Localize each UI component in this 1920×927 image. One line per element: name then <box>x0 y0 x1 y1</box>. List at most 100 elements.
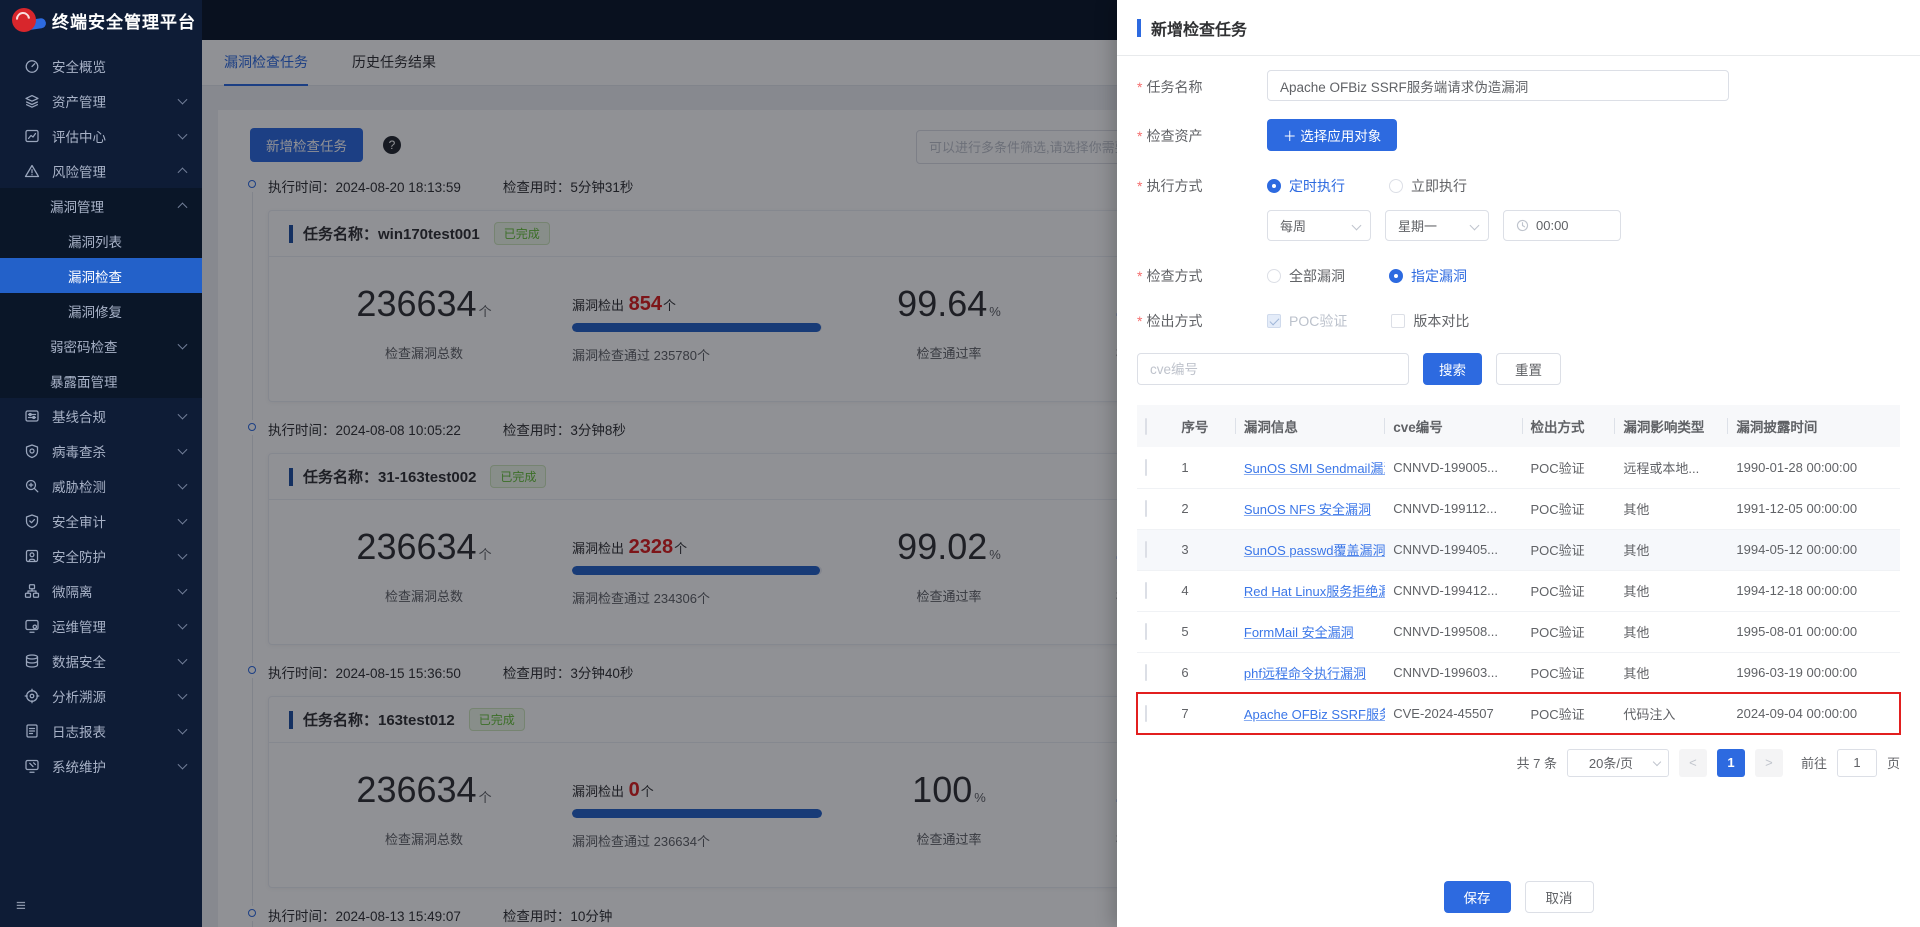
row-number: 1 <box>1173 447 1236 489</box>
sidebar-item[interactable]: 病毒查杀 <box>0 433 202 468</box>
sidebar-item[interactable]: 漏洞检查 <box>0 258 202 293</box>
sidebar-item[interactable]: 漏洞列表 <box>0 223 202 258</box>
sidebar-item[interactable]: 运维管理 <box>0 608 202 643</box>
vulnerability-table: 序号 漏洞信息 cve编号 检出方式 漏洞影响类型 漏洞披露时间 1 SunOS SMI S… <box>1136 405 1901 735</box>
checkbox-poc-verify[interactable]: POC验证 <box>1267 311 1347 331</box>
sidebar-item[interactable]: 数据安全 <box>0 643 202 678</box>
protect-icon <box>25 549 39 562</box>
sidebar-item[interactable]: 弱密码检查 <box>0 328 202 363</box>
exec-mode-label: 执行方式 <box>1146 178 1203 194</box>
collapse-sidebar-icon[interactable]: ≡ <box>16 895 38 917</box>
vuln-name-link[interactable]: SunOS SMI Sendmail漏洞 <box>1244 461 1385 476</box>
chevron-down-icon <box>177 759 188 770</box>
sidebar-item[interactable]: 安全防护 <box>0 538 202 573</box>
layers-icon <box>25 94 39 108</box>
time-picker[interactable]: 00:00 <box>1503 210 1621 241</box>
detect-mode-label: 检出方式 <box>1146 313 1203 329</box>
frequency-select[interactable]: 每周 <box>1267 210 1371 241</box>
row-number: 4 <box>1173 570 1236 612</box>
sidebar-item[interactable]: 评估中心 <box>0 118 202 153</box>
sidebar-item[interactable]: 漏洞修复 <box>0 293 202 328</box>
task-name-label: 任务名称 <box>1146 79 1203 95</box>
radio-scheduled[interactable]: 定时执行 <box>1267 176 1345 196</box>
sidebar-menu: 安全概览 资产管理 评估中心 风险管理 漏洞管理 漏洞列表 漏洞检查 漏洞修复 弱密码检查 暴露面… <box>0 48 202 891</box>
prev-page-button[interactable]: < <box>1678 748 1707 777</box>
chevron-down-icon <box>177 409 188 420</box>
row-number: 3 <box>1173 529 1236 571</box>
checkbox-icon <box>1267 314 1281 328</box>
column-header: cve编号 <box>1385 405 1523 447</box>
disclosure-date: 1991-12-05 00:00:00 <box>1728 488 1900 530</box>
chevron-down-icon <box>1652 757 1662 766</box>
vuln-name-link[interactable]: FormMail 安全漏洞 <box>1244 625 1354 640</box>
select-assets-button[interactable]: ＋ 选择应用对象 <box>1267 119 1398 151</box>
row-checkbox[interactable] <box>1145 623 1147 640</box>
select-all-checkbox[interactable] <box>1145 417 1147 435</box>
row-number: 5 <box>1173 611 1236 653</box>
sidebar-item[interactable]: 威胁检测 <box>0 468 202 503</box>
baseline-icon <box>25 409 39 422</box>
cve-id: CVE-2024-45507 <box>1385 693 1523 735</box>
radio-all-vulns[interactable]: 全部漏洞 <box>1267 266 1345 286</box>
vuln-name-link[interactable]: Red Hat Linux服务拒绝漏洞 <box>1244 584 1385 599</box>
row-checkbox[interactable] <box>1145 582 1147 599</box>
radio-immediate[interactable]: 立即执行 <box>1389 176 1467 196</box>
sidebar-item[interactable]: 系统维护 <box>0 748 202 783</box>
field-task-name: * 任务名称 <box>1137 70 1900 101</box>
checkbox-version-compare[interactable]: 版本对比 <box>1391 311 1469 331</box>
cve-search-input[interactable] <box>1137 353 1409 385</box>
row-number: 7 <box>1173 693 1236 735</box>
impact-type: 其他 <box>1615 652 1729 694</box>
vuln-name-link[interactable]: phf远程命令执行漏洞 <box>1244 666 1366 681</box>
weekday-select[interactable]: 星期一 <box>1385 210 1489 241</box>
impact-type: 其他 <box>1615 529 1729 571</box>
sidebar-item[interactable]: 基线合规 <box>0 398 202 433</box>
goto-page-input[interactable] <box>1836 748 1877 777</box>
total-count: 共 7 条 <box>1516 756 1557 771</box>
clock-icon <box>1516 219 1529 232</box>
search-button[interactable]: 搜索 <box>1423 353 1482 385</box>
radio-specified-vulns[interactable]: 指定漏洞 <box>1389 266 1467 286</box>
sidebar-item[interactable]: 资产管理 <box>0 83 202 118</box>
column-header: 检出方式 <box>1522 405 1616 447</box>
field-assets: * 检查资产 ＋ 选择应用对象 <box>1137 119 1900 151</box>
vuln-name-link[interactable]: SunOS passwd覆盖漏洞 <box>1244 543 1385 558</box>
next-page-button[interactable]: > <box>1754 748 1783 777</box>
chevron-down-icon <box>177 339 188 350</box>
column-header: 漏洞信息 <box>1235 405 1386 447</box>
cancel-button[interactable]: 取消 <box>1524 881 1594 913</box>
row-checkbox[interactable] <box>1145 705 1147 722</box>
ops-icon <box>25 619 39 633</box>
sidebar-item[interactable]: 安全审计 <box>0 503 202 538</box>
task-name-input[interactable] <box>1267 70 1729 101</box>
checkbox-icon <box>1391 314 1406 328</box>
save-button[interactable]: 保存 <box>1443 881 1511 913</box>
goto-label: 前往 <box>1800 756 1827 771</box>
sidebar-item[interactable]: 日志报表 <box>0 713 202 748</box>
sidebar-item[interactable]: 分析溯源 <box>0 678 202 713</box>
sidebar-item[interactable]: 漏洞管理 <box>0 188 202 223</box>
row-checkbox[interactable] <box>1145 541 1147 558</box>
new-task-drawer: 新增检查任务 *任务名称 *检查资产 ＋ 选择应用对象 *执行方式 定时执行 立… <box>1117 0 1920 927</box>
page-size-select[interactable]: 20条/页 <box>1566 748 1669 777</box>
detect-method: POC验证 <box>1522 652 1616 694</box>
row-checkbox[interactable] <box>1145 500 1147 517</box>
chevron-down-icon <box>177 94 188 105</box>
sidebar-item[interactable]: 微隔离 <box>0 573 202 608</box>
vuln-name-link[interactable]: SunOS NFS 安全漏洞 <box>1244 502 1371 517</box>
table-row: 4 Red Hat Linux服务拒绝漏洞CNNVD-199412...POC验证… <box>1137 570 1900 612</box>
row-checkbox[interactable] <box>1145 664 1147 681</box>
page-number-1[interactable]: 1 <box>1716 748 1745 777</box>
row-checkbox[interactable] <box>1145 458 1147 476</box>
reset-button[interactable]: 重置 <box>1496 353 1561 385</box>
row-number: 2 <box>1173 488 1236 530</box>
sidebar-item[interactable]: 暴露面管理 <box>0 363 202 398</box>
modal-overlay[interactable] <box>202 0 1117 927</box>
vuln-name-link[interactable]: Apache OFBiz SSRF服务端请求伪造漏洞 <box>1244 707 1385 722</box>
detect-method: POC验证 <box>1522 693 1616 735</box>
table-row-highlighted: 7 Apache OFBiz SSRF服务端请求伪造漏洞CVE-2024-4550… <box>1136 692 1901 735</box>
sidebar-item[interactable]: 安全概览 <box>0 48 202 83</box>
table-header-row: 序号 漏洞信息 cve编号 检出方式 漏洞影响类型 漏洞披露时间 <box>1137 405 1900 447</box>
chevron-down-icon <box>177 479 188 490</box>
sidebar-item[interactable]: 风险管理 <box>0 153 202 188</box>
